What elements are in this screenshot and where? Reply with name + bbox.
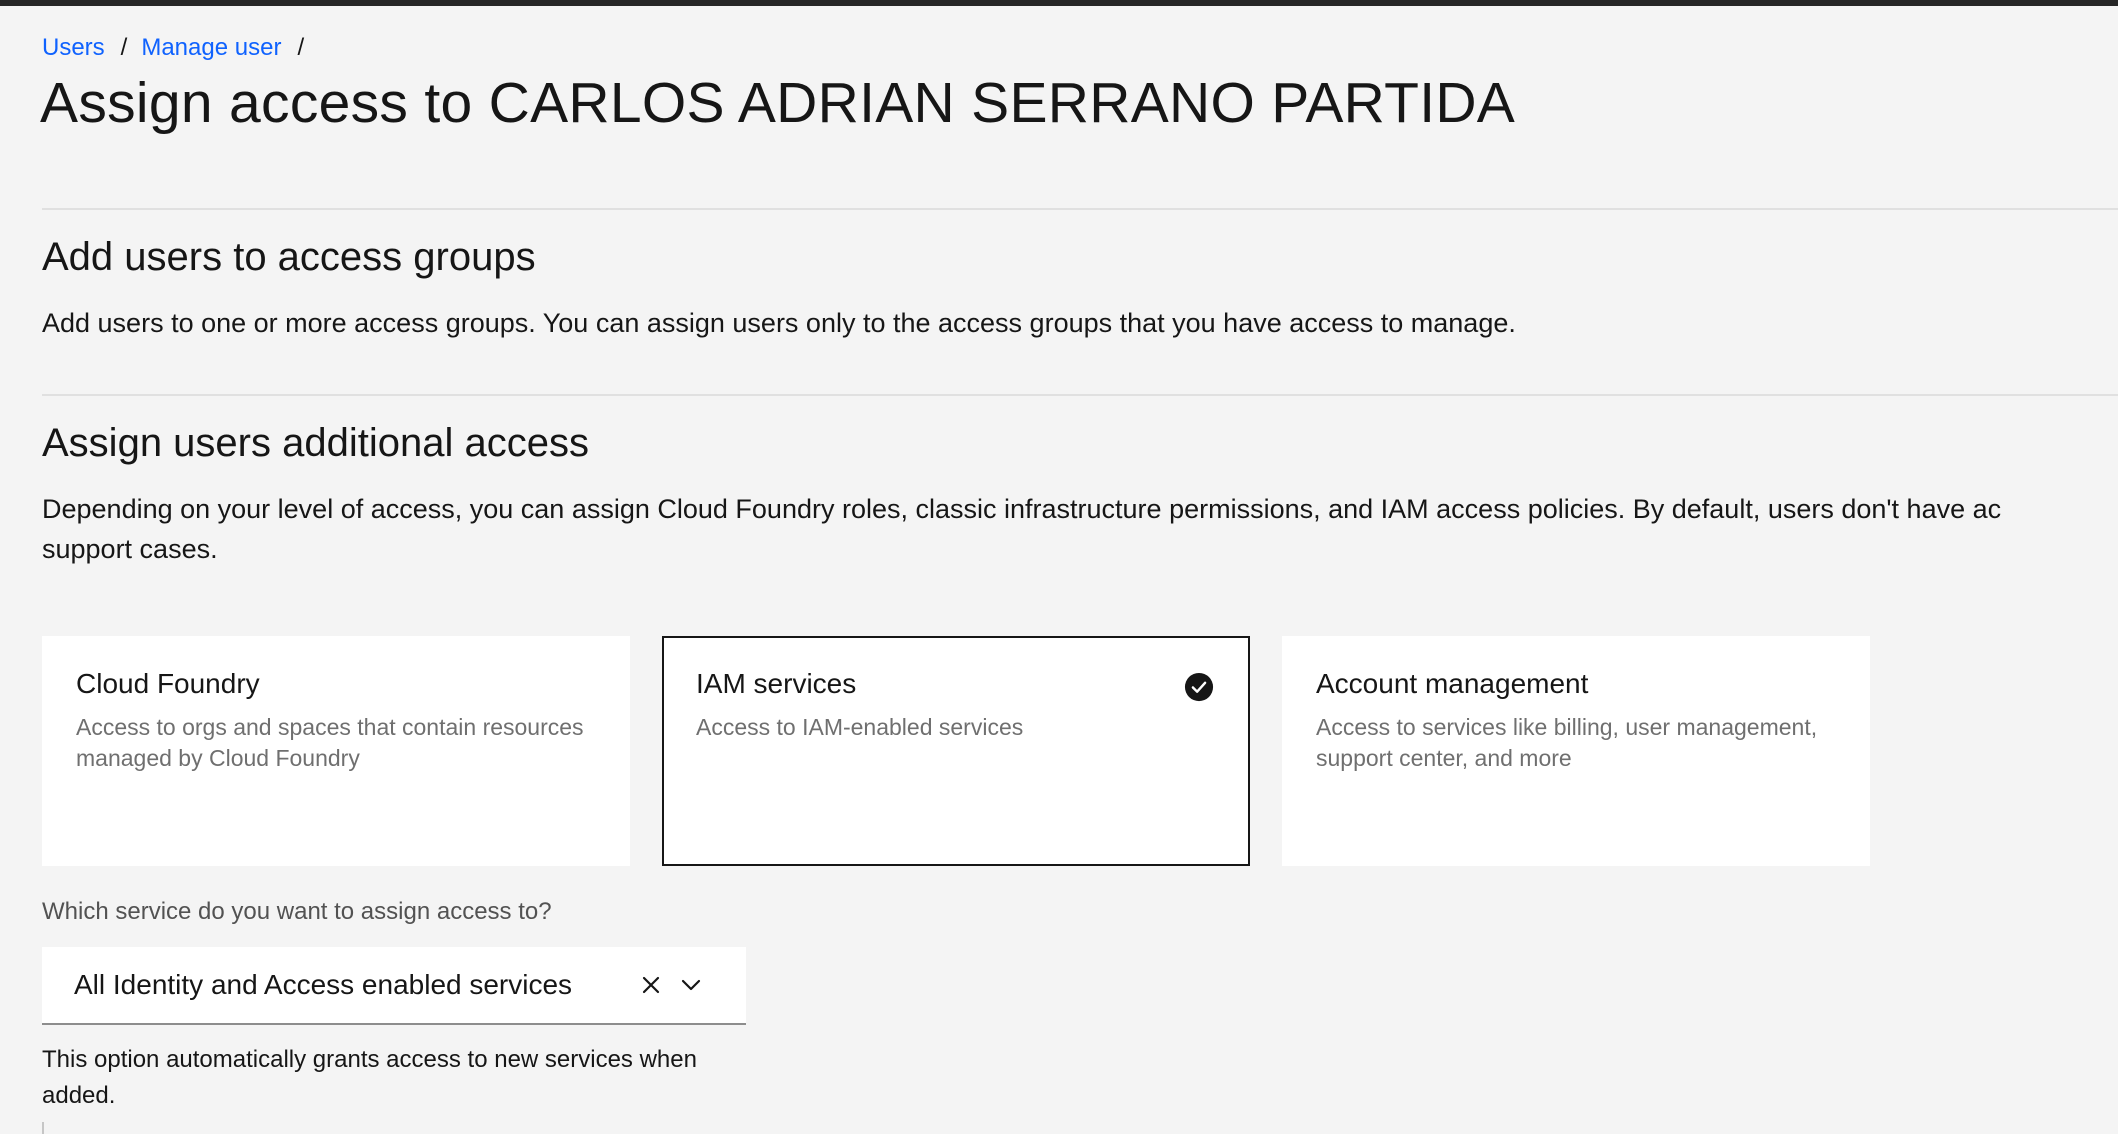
breadcrumb-link-users[interactable]: Users <box>42 34 105 62</box>
breadcrumb: Users / Manage user / <box>42 34 318 62</box>
tile-description: Access to orgs and spaces that contain r… <box>76 714 584 771</box>
tile-description: Access to services like billing, user ma… <box>1316 714 1818 771</box>
additional-access-description: Depending on your level of access, you c… <box>42 489 2001 569</box>
tile-title: Account management <box>1316 668 1589 699</box>
access-groups-description: Add users to one or more access groups. … <box>42 308 1516 338</box>
service-select-label: Which service do you want to assign acce… <box>42 898 552 925</box>
tile-description: Access to IAM-enabled services <box>696 714 1024 740</box>
top-bar <box>0 0 2118 6</box>
breadcrumb-separator: / <box>120 34 128 61</box>
service-select[interactable]: All Identity and Access enabled services <box>42 947 746 1025</box>
checkmark-filled-icon <box>1184 672 1214 702</box>
tile-iam-services[interactable]: IAM services Access to IAM-enabled servi… <box>662 636 1250 866</box>
tile-account-management[interactable]: Account management Access to services li… <box>1282 636 1870 866</box>
breadcrumb-separator: / <box>297 34 305 61</box>
chevron-down-icon[interactable] <box>676 970 706 1000</box>
content-edge-line <box>42 1122 44 1134</box>
service-select-value: All Identity and Access enabled services <box>74 969 573 1000</box>
tile-title: IAM services <box>696 668 857 699</box>
additional-access-description-line2: support cases. <box>42 534 218 564</box>
page-title: Assign access to CARLOS ADRIAN SERRANO P… <box>40 71 1516 135</box>
additional-access-description-line1: Depending on your level of access, you c… <box>42 494 2002 524</box>
additional-access-title: Assign users additional access <box>42 421 589 465</box>
section-divider <box>42 394 2118 396</box>
tile-cloud-foundry[interactable]: Cloud Foundry Access to orgs and spaces … <box>42 636 630 866</box>
section-divider <box>42 208 2118 210</box>
tile-title: Cloud Foundry <box>76 668 260 699</box>
access-groups-title: Add users to access groups <box>42 235 536 279</box>
service-select-helper-text: This option automatically grants access … <box>42 1046 697 1109</box>
close-icon[interactable] <box>636 970 666 1000</box>
breadcrumb-link-manage-user[interactable]: Manage user <box>141 34 281 62</box>
